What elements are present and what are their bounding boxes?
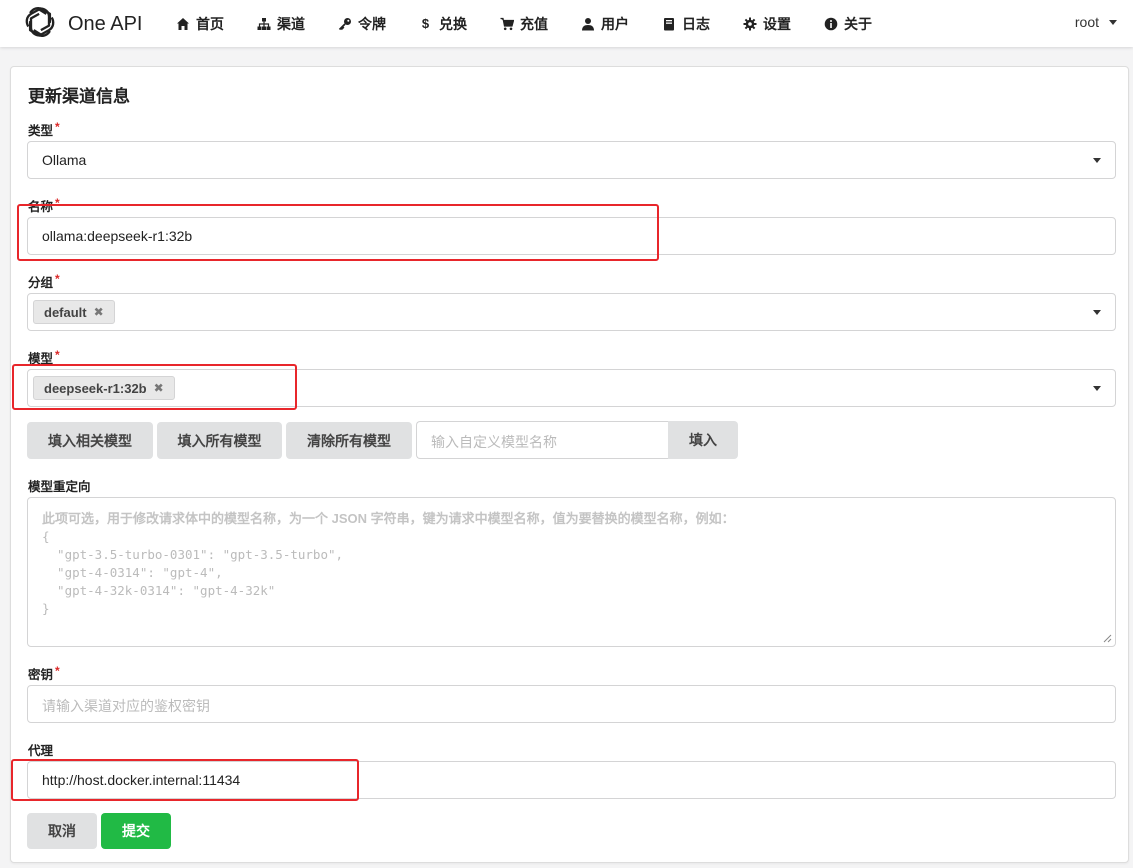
- models-select[interactable]: deepseek-r1:32b ✖: [27, 369, 1116, 407]
- nav-label: 设置: [763, 15, 791, 32]
- app-name: One API: [68, 13, 143, 35]
- proxy-value: http://host.docker.internal:11434: [42, 772, 241, 788]
- placeholder-line: "gpt-4-32k-0314": "gpt-4-32k": [42, 583, 276, 598]
- placeholder-line: {: [42, 529, 50, 544]
- nav-item-tokens[interactable]: 令牌: [337, 14, 386, 34]
- user-icon: [580, 17, 595, 31]
- page-title: 更新渠道信息: [28, 87, 130, 106]
- chevron-down-icon: [1093, 158, 1101, 163]
- key-placeholder: 请输入渠道对应的鉴权密钥: [42, 698, 210, 714]
- nav-label: 令牌: [358, 15, 386, 32]
- openai-logo-icon: [22, 4, 58, 45]
- required-mark: *: [55, 120, 60, 134]
- required-mark: *: [55, 664, 60, 678]
- name-input[interactable]: ollama:deepseek-r1:32b: [27, 217, 1116, 255]
- type-select[interactable]: Ollama: [27, 141, 1116, 179]
- model-mapping-label: 模型重定向: [28, 480, 91, 494]
- chip-label: deepseek-r1:32b: [44, 380, 147, 396]
- nav-item-channels[interactable]: 渠道: [256, 14, 305, 34]
- chevron-down-icon: [1109, 19, 1117, 25]
- fill-custom-model-button[interactable]: 填入: [668, 421, 738, 459]
- group-label-text: 分组: [28, 276, 54, 290]
- book-icon: [661, 17, 676, 31]
- cancel-button[interactable]: 取消: [27, 813, 97, 849]
- proxy-input[interactable]: http://host.docker.internal:11434: [27, 761, 1116, 799]
- required-mark: *: [55, 196, 60, 210]
- nav-label: 渠道: [277, 15, 305, 32]
- placeholder-line: "gpt-3.5-turbo-0301": "gpt-3.5-turbo",: [42, 547, 344, 562]
- main-nav: 首页 渠道 令牌 $ 兑换 充值 用户 日志 设置 关于: [175, 0, 904, 47]
- chevron-down-icon: [1093, 310, 1101, 315]
- custom-model-placeholder: 输入自定义模型名称: [431, 434, 557, 450]
- nav-item-home[interactable]: 首页: [175, 14, 224, 34]
- key-icon: [337, 17, 352, 31]
- home-icon: [175, 17, 190, 31]
- proxy-label: 代理: [28, 744, 54, 758]
- close-icon[interactable]: ✖: [94, 305, 104, 319]
- models-label-text: 模型: [28, 352, 54, 366]
- fill-all-models-button[interactable]: 填入所有模型: [157, 422, 282, 459]
- name-value: ollama:deepseek-r1:32b: [42, 228, 193, 244]
- nav-item-topup[interactable]: 充值: [499, 14, 548, 34]
- type-label-text: 类型: [28, 124, 54, 138]
- chip-label: default: [44, 304, 87, 320]
- nav-label: 首页: [196, 15, 224, 32]
- name-label: 名称 *: [28, 196, 60, 215]
- placeholder-line: 此项可选，用于修改请求体中的模型名称，为一个 JSON 字符串，键为请求中模型名…: [42, 511, 735, 526]
- model-chip[interactable]: deepseek-r1:32b ✖: [33, 376, 175, 400]
- brand[interactable]: One API: [22, 4, 143, 45]
- resize-handle-icon[interactable]: [1102, 633, 1112, 643]
- placeholder-line: "gpt-4-0314": "gpt-4",: [42, 565, 223, 580]
- close-icon[interactable]: ✖: [154, 381, 164, 395]
- clear-all-models-button[interactable]: 清除所有模型: [286, 422, 412, 459]
- required-mark: *: [55, 348, 60, 362]
- nav-item-settings[interactable]: 设置: [742, 14, 791, 34]
- nav-label: 兑换: [439, 15, 467, 32]
- key-input[interactable]: 请输入渠道对应的鉴权密钥: [27, 685, 1116, 723]
- chevron-down-icon: [1093, 386, 1101, 391]
- type-label: 类型 *: [28, 120, 60, 139]
- key-label: 密钥 *: [28, 664, 60, 683]
- nav-label: 日志: [682, 15, 710, 32]
- type-value: Ollama: [42, 152, 87, 168]
- nav-item-redeem[interactable]: $ 兑换: [418, 14, 467, 34]
- sitemap-icon: [256, 17, 271, 31]
- nav-item-logs[interactable]: 日志: [661, 14, 710, 34]
- custom-model-input[interactable]: 输入自定义模型名称: [416, 421, 668, 459]
- user-menu[interactable]: root: [1075, 14, 1117, 30]
- required-mark: *: [55, 272, 60, 286]
- nav-label: 关于: [844, 15, 872, 32]
- channel-form-card: 更新渠道信息 类型 * Ollama 名称 * ollama:deepseek-r1…: [10, 66, 1129, 863]
- gear-icon: [742, 17, 757, 31]
- nav-label: 充值: [520, 15, 548, 32]
- group-label: 分组 *: [28, 272, 60, 291]
- name-label-text: 名称: [28, 200, 54, 214]
- models-label: 模型 *: [28, 348, 60, 367]
- submit-button[interactable]: 提交: [101, 813, 171, 849]
- group-chip[interactable]: default ✖: [33, 300, 115, 324]
- model-mapping-textarea[interactable]: 此项可选，用于修改请求体中的模型名称，为一个 JSON 字符串，键为请求中模型名…: [27, 497, 1116, 647]
- username: root: [1074, 14, 1099, 30]
- top-navbar: One API 首页 渠道 令牌 $ 兑换 充值 用户 日志 设置 关于 roo…: [0, 0, 1133, 47]
- nav-item-about[interactable]: 关于: [823, 14, 872, 34]
- dollar-icon: $: [421, 16, 430, 31]
- info-icon: [823, 17, 838, 31]
- cart-icon: [499, 17, 514, 31]
- placeholder-line: }: [42, 601, 50, 616]
- nav-label: 用户: [601, 15, 629, 32]
- nav-item-users[interactable]: 用户: [580, 14, 629, 34]
- fill-related-models-button[interactable]: 填入相关模型: [27, 422, 153, 459]
- key-label-text: 密钥: [28, 668, 54, 682]
- group-select[interactable]: default ✖: [27, 293, 1116, 331]
